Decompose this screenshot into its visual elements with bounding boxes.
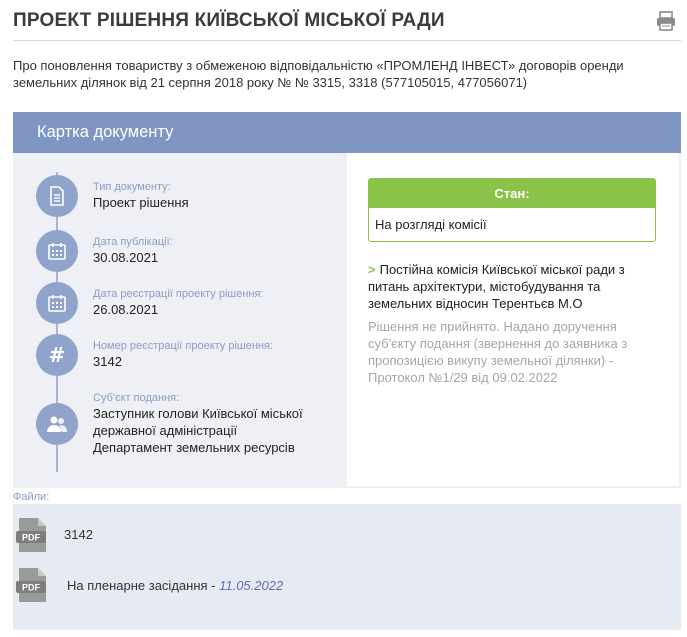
field-value-reg-number: 3142	[93, 354, 122, 369]
decision-text: Рішення не прийнято. Надано доручення су…	[368, 319, 628, 385]
printer-icon[interactable]	[655, 10, 677, 32]
files-label: Файли:	[13, 491, 50, 503]
calendar-icon	[36, 230, 78, 272]
committee-text: Постійна комісія Київської міської ради …	[368, 262, 625, 311]
files-list: PDF 3142 PDF На пленарне засідання - 11.…	[13, 504, 681, 630]
field-value-doc-type: Проект рішення	[93, 195, 189, 210]
pdf-file-icon: PDF	[16, 567, 48, 603]
field-label-reg-date: Дата реєстрації проекту рішення:	[93, 288, 264, 300]
pdf-file-icon: PDF	[16, 517, 48, 553]
document-card: Картка документу Тип документу: Проект р…	[13, 112, 681, 488]
status-label: Стан:	[369, 179, 655, 208]
field-value-submitter-line1: Заступник голови Київської міської	[93, 406, 303, 421]
committee-info: > Постійна комісія Київської міської ради…	[368, 261, 650, 312]
file-name-text[interactable]: На пленарне засідання -	[67, 578, 219, 593]
file-name[interactable]: На пленарне засідання - 11.05.2022	[67, 578, 283, 593]
card-header: Картка документу	[13, 112, 681, 153]
people-icon	[36, 403, 78, 445]
field-label-pub-date: Дата публікації:	[93, 236, 173, 248]
file-date: 11.05.2022	[219, 578, 284, 593]
status-panel: Стан: На розгляді комісії > Постійна комі…	[347, 153, 679, 486]
page-title: ПРОЕКТ РІШЕННЯ КИЇВСЬКОЇ МІСЬКОЇ РАДИ	[13, 10, 445, 31]
status-box: Стан: На розгляді комісії	[368, 178, 656, 242]
hash-icon: #	[36, 334, 78, 376]
field-label-doc-type: Тип документу:	[93, 181, 171, 193]
calendar-icon	[36, 282, 78, 324]
document-icon	[36, 175, 78, 217]
field-label-submitter: Суб'єкт подання:	[93, 392, 180, 404]
field-label-reg-number: Номер реєстрації проекту рішення:	[93, 340, 274, 352]
file-name[interactable]: 3142	[64, 527, 93, 542]
status-value: На розгляді комісії	[375, 217, 487, 232]
document-description: Про поновлення товариству з обмеженою ві…	[13, 58, 624, 90]
title-divider	[13, 40, 681, 41]
chevron-right-icon: >	[368, 262, 376, 277]
pdf-badge-text: PDF	[22, 583, 41, 593]
file-item[interactable]: PDF На пленарне засідання - 11.05.2022	[13, 563, 681, 607]
pdf-badge-text: PDF	[22, 533, 41, 543]
field-value-reg-date: 26.08.2021	[93, 302, 159, 317]
field-value-submitter-line3: Департамент земельних ресурсів	[93, 440, 295, 455]
file-item[interactable]: PDF 3142	[13, 513, 681, 557]
field-value-pub-date: 30.08.2021	[93, 250, 159, 265]
field-value-submitter-line2: державної адміністрації	[93, 423, 238, 438]
